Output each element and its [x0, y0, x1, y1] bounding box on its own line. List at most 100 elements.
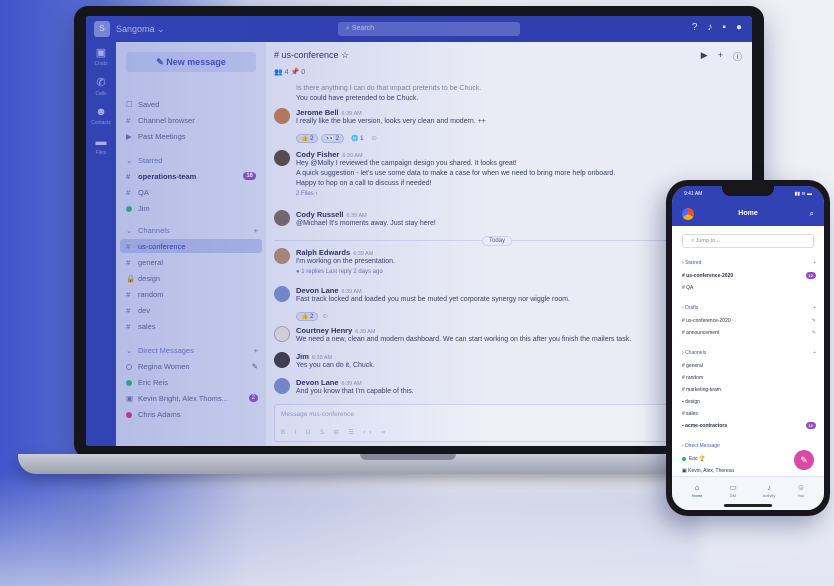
sidebar-item-saved[interactable]: ☐ Saved — [126, 100, 159, 109]
compose-icon: ✎ — [156, 57, 167, 67]
rail-calls[interactable]: ✆ Calls — [86, 72, 116, 102]
search-input[interactable]: ⌕ Search — [338, 22, 520, 36]
sidebar-item-jim[interactable]: Jim — [126, 204, 150, 213]
tab-dm[interactable]: ▭ DM — [718, 483, 748, 498]
mobile-drafts-header[interactable]: › Drafts + — [682, 305, 816, 311]
info-icon[interactable]: ⓘ — [733, 50, 742, 63]
add-channel-icon[interactable]: + — [254, 226, 258, 235]
avatar[interactable] — [274, 326, 290, 342]
mobile-channel-item[interactable]: # random — [682, 375, 816, 381]
mobile-draft-item[interactable]: # announcement ✎ — [682, 330, 816, 336]
tab-you[interactable]: ☺ You — [786, 483, 816, 498]
group-icon: ▣ — [126, 394, 134, 403]
pin-icon[interactable]: 📌 — [291, 69, 300, 76]
mobile-starred-header[interactable]: › Starred + — [682, 260, 816, 266]
rail-chats[interactable]: ▣ Chats — [86, 42, 116, 72]
rail-label: Calls — [95, 91, 107, 97]
sidebar-item-label: Regina Women — [138, 362, 190, 371]
laptop-reflection — [60, 490, 700, 586]
add-reaction-icon[interactable]: ☺ — [321, 313, 328, 320]
sidebar-item-sales[interactable]: # sales — [126, 322, 156, 331]
mobile-channel-item[interactable]: ▪ acme-contractors 12 — [682, 422, 816, 429]
sidebar-item-operations-team[interactable]: # operations-team 16 — [126, 172, 256, 181]
reaction-chip[interactable]: 🌐 1 — [347, 135, 367, 142]
avatar[interactable] — [274, 108, 290, 124]
status-icon[interactable]: ▪ — [722, 22, 726, 33]
sidebar-item-past-meetings[interactable]: ▶ Past Meetings — [126, 132, 186, 141]
mobile-channels-header[interactable]: › Channels + — [682, 350, 816, 356]
avatar[interactable] — [274, 352, 290, 368]
jump-placeholder: Jump to... — [695, 238, 720, 244]
add-reaction-icon[interactable]: ☺ — [370, 135, 377, 142]
chevron-down-icon: ⌄ — [126, 226, 133, 235]
new-message-button[interactable]: ✎ New message — [126, 52, 256, 72]
mobile-channel-item[interactable]: ▪ design — [682, 399, 816, 405]
author-name: Courtney Henry — [296, 326, 353, 335]
online-status-icon — [682, 456, 686, 461]
compose-fab-button[interactable]: ✎ — [794, 450, 814, 470]
sidebar-item-qa[interactable]: # QA — [126, 188, 149, 197]
user-avatar[interactable]: ● — [736, 22, 742, 33]
avatar[interactable] — [274, 286, 290, 302]
video-icon[interactable]: ▶ — [701, 50, 708, 63]
message-author[interactable]: Cody Fisher 6:39 AM — [296, 150, 736, 159]
reaction-chip[interactable]: 👀 2 — [321, 134, 344, 143]
sidebar-item-random[interactable]: # random — [126, 290, 163, 299]
avatar[interactable] — [274, 210, 290, 226]
sidebar-item-group-dm[interactable]: ▣ Kevin Bright, Alex Thoms... 2 — [126, 394, 258, 403]
jump-to-input[interactable]: ⌕ Jump to... — [682, 234, 814, 248]
formatting-toolbar[interactable]: B I U S ⊟ ☰ ‹› ∞ — [281, 429, 389, 436]
starred-section-header[interactable]: ⌄ Starred — [126, 156, 163, 165]
org-logo[interactable]: S — [94, 21, 110, 37]
section-label: Drafts — [685, 305, 699, 311]
mobile-item-qa[interactable]: # QA — [682, 285, 816, 291]
sidebar-item-us-conference[interactable]: # us-conference — [126, 242, 186, 251]
away-status-icon — [126, 364, 132, 371]
reaction-chip[interactable]: 👍 2 — [296, 134, 319, 143]
pencil-icon: ✎ — [811, 330, 816, 336]
tab-activity[interactable]: ♪ Activity — [754, 483, 784, 498]
help-icon[interactable]: ? — [692, 22, 698, 33]
avatar[interactable] — [274, 150, 290, 166]
sidebar-item-chris[interactable]: Chris Adams — [126, 410, 181, 419]
mobile-channel-item[interactable]: # marketing-team — [682, 387, 816, 393]
add-icon[interactable]: + — [813, 350, 816, 356]
tab-home[interactable]: ⌂ Home — [682, 483, 712, 498]
message-author[interactable]: Jerome Bell 6:39 AM — [296, 108, 736, 117]
hash-icon: # — [126, 172, 131, 181]
channel-title[interactable]: # us-conference ☆ — [274, 50, 349, 61]
rail-files[interactable]: ▬ Files — [86, 132, 116, 162]
add-icon[interactable]: + — [813, 305, 816, 311]
add-member-icon[interactable]: + — [718, 50, 723, 63]
sidebar-item-dev[interactable]: # dev — [126, 306, 150, 315]
sidebar-item-general[interactable]: # general — [126, 258, 163, 267]
search-icon[interactable]: ⌕ — [810, 209, 814, 219]
item-label: acme-contractors — [685, 423, 728, 429]
org-switcher[interactable]: Sangoma ⌄ — [116, 24, 165, 35]
sidebar-item-channel-browser[interactable]: # Channel browser — [126, 116, 195, 125]
author-name: Cody Russell — [296, 210, 344, 219]
item-label: random — [686, 375, 704, 381]
mobile-channel-item[interactable]: # sales — [682, 411, 816, 417]
dm-section-header[interactable]: ⌄ Direct Messages + — [126, 346, 258, 355]
reaction-chip[interactable]: 👍 2 — [296, 312, 319, 321]
rail-contacts[interactable]: ☻ Contacts — [86, 102, 116, 132]
members-icon[interactable]: 👥 — [274, 69, 283, 76]
avatar[interactable] — [274, 248, 290, 264]
mobile-channel-item[interactable]: # general — [682, 363, 816, 369]
mobile-dm-header[interactable]: › Direct Message — [682, 443, 816, 449]
sidebar-item-design[interactable]: 🔒 design — [126, 274, 160, 283]
sidebar-item-regina[interactable]: Regina Women ✎ — [126, 362, 258, 371]
item-label: us-conference-2020 — [686, 318, 731, 324]
add-dm-icon[interactable]: + — [254, 346, 258, 355]
mobile-draft-item[interactable]: # us-conference-2020 ✎ — [682, 318, 816, 324]
author-name: Ralph Edwards — [296, 248, 351, 257]
author-name: Devon Lane — [296, 378, 339, 387]
sidebar-item-eric[interactable]: Eric Reis — [126, 378, 168, 387]
bell-icon[interactable]: ♪ — [707, 22, 712, 33]
mobile-item-us-conference[interactable]: # us-conference-2020 12 — [682, 272, 816, 279]
add-icon[interactable]: + — [813, 260, 816, 266]
avatar[interactable] — [274, 378, 290, 394]
channels-section-header[interactable]: ⌄ Channels + — [126, 226, 258, 235]
mobile-dm-item[interactable]: ▣ Kevin, Alex, Theresa — [682, 468, 816, 474]
